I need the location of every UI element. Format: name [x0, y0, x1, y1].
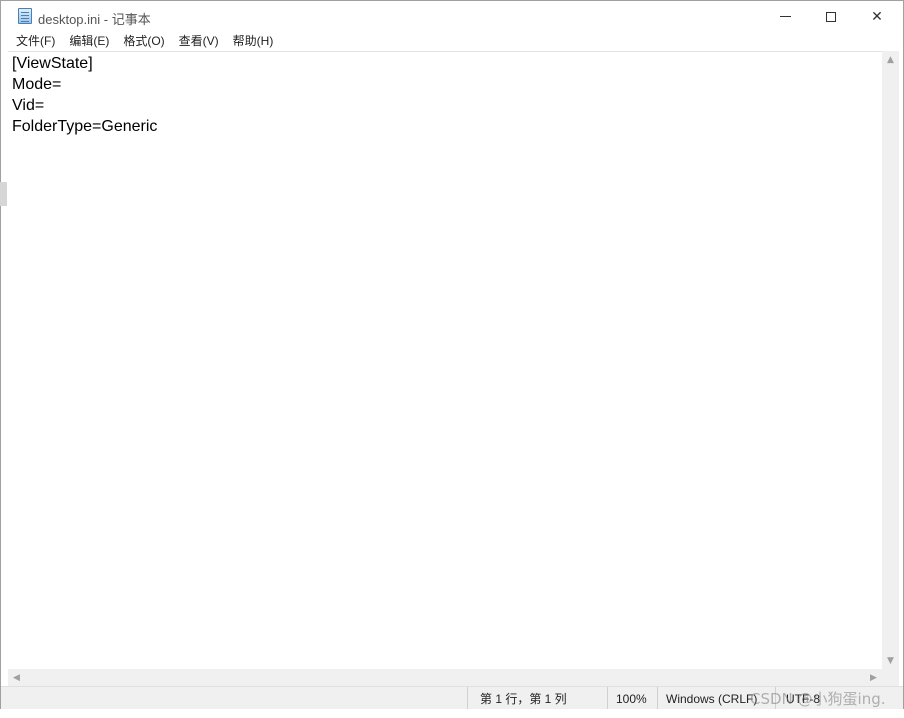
minimize-icon [779, 16, 791, 17]
maximize-button[interactable] [808, 1, 854, 32]
editor-line[interactable]: Mode= [8, 74, 883, 95]
maximize-icon [826, 11, 836, 22]
scroll-down-icon[interactable]: ▼ [882, 652, 899, 669]
editor-line[interactable]: FolderType=Generic [8, 116, 883, 137]
menu-file[interactable]: 文件(F) [9, 32, 62, 51]
scroll-left-icon[interactable]: ◀ [8, 669, 25, 686]
watermark: CSDN @小狗蛋ing. [750, 690, 886, 708]
window-bottom-edge [0, 709, 904, 718]
menu-format[interactable]: 格式(O) [116, 32, 171, 51]
notepad-window: desktop.ini - 记事本 ✕ 文件(F) 编辑(E) 格式(O) 查看… [0, 0, 904, 718]
background-strip [0, 182, 7, 206]
text-editor[interactable]: [ViewState] Mode= Vid= FolderType=Generi… [8, 51, 883, 669]
minimize-button[interactable] [762, 1, 808, 32]
editor-line[interactable]: Vid= [8, 95, 883, 116]
window-title: desktop.ini - 记事本 [38, 12, 151, 27]
editor-line[interactable]: [ViewState] [8, 53, 883, 74]
scroll-up-icon[interactable]: ▲ [882, 51, 899, 68]
zoom-level: 100% [607, 687, 657, 711]
menu-bar: 文件(F) 编辑(E) 格式(O) 查看(V) 帮助(H) [1, 32, 903, 51]
menu-view[interactable]: 查看(V) [172, 32, 226, 51]
notepad-icon [18, 8, 32, 24]
scrollbar-corner [882, 669, 899, 686]
vertical-scrollbar[interactable]: ▲ ▼ [882, 51, 899, 669]
horizontal-scrollbar[interactable]: ◀ ▶ [8, 669, 882, 686]
title-bar[interactable]: desktop.ini - 记事本 ✕ [1, 1, 903, 32]
menu-edit[interactable]: 编辑(E) [62, 32, 116, 51]
close-icon: ✕ [871, 8, 883, 25]
cursor-position: 第 1 行，第 1 列 [467, 687, 607, 711]
scroll-right-icon[interactable]: ▶ [865, 669, 882, 686]
close-button[interactable]: ✕ [854, 1, 900, 32]
menu-help[interactable]: 帮助(H) [226, 32, 281, 51]
